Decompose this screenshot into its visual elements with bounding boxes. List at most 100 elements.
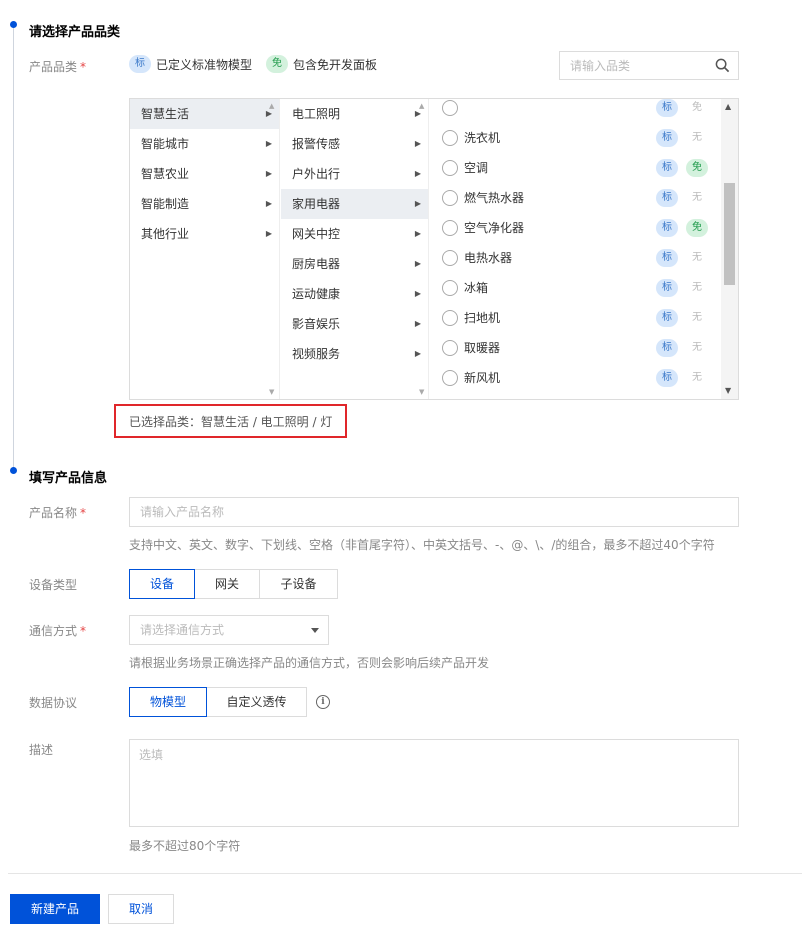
standard-tag: 标	[129, 55, 151, 73]
step-timeline	[13, 28, 14, 468]
option-label: 智能制造	[141, 197, 190, 211]
option-label: 户外出行	[292, 167, 341, 181]
comm-method-label-text: 通信方式	[29, 624, 78, 638]
description-textarea[interactable]	[130, 740, 738, 826]
product-option[interactable]: 空调 标免	[430, 153, 720, 183]
standard-tag: 标	[656, 129, 678, 147]
category-label-text: 产品品类	[29, 60, 78, 74]
product-column: 标免洗衣机标无空调标免燃气热水器标无空气净化器标免电热水器标无冰箱标无扫地机标无…	[430, 99, 738, 399]
cascader-option[interactable]: 智能制造 ▶	[130, 189, 279, 219]
option-label: 网关中控	[292, 227, 341, 241]
protocol-custom-button[interactable]: 自定义透传	[206, 687, 307, 717]
comm-method-hint: 请根据业务场景正确选择产品的通信方式，否则会影响后续产品开发	[129, 656, 490, 670]
caret-down-icon	[311, 628, 319, 633]
scroll-up-icon[interactable]: ▲	[725, 102, 731, 111]
product-option[interactable]: 洗衣机 标 无	[430, 123, 720, 153]
cascader-option[interactable]: 智能城市 ▶	[130, 129, 279, 159]
radio-button[interactable]	[442, 220, 458, 236]
standard-tag: 标	[656, 249, 678, 267]
cascader-option[interactable]: 网关中控 ▶	[281, 219, 428, 249]
free-panel-tag: 免	[266, 55, 289, 73]
no-panel-tag: 无	[692, 342, 702, 353]
industry-scrollbar[interactable]: ▲ ▼	[266, 99, 280, 399]
device-type-group: 设备 网关 子设备	[129, 569, 338, 599]
scrollbar-thumb[interactable]	[724, 183, 735, 285]
description-label: 描述	[29, 743, 54, 757]
comm-method-select[interactable]: 请选择通信方式	[129, 615, 329, 645]
product-option-label: 新风机	[464, 371, 501, 385]
scroll-down-icon[interactable]: ▼	[725, 386, 731, 395]
free-panel-legend-text: 包含免开发面板	[293, 57, 378, 72]
standard-tag: 标	[656, 279, 678, 297]
scene-column: 电工照明 ▶ 报警传感 ▶ 户外出行 ▶ 家用电器 ▶ 网关中控 ▶ 厨房电器 ▶ 运动健康…	[281, 99, 429, 399]
create-product-button[interactable]: 新建产品	[10, 894, 100, 924]
cancel-button[interactable]: 取消	[108, 894, 174, 924]
free-panel-tag: 免	[686, 159, 708, 177]
cascader-option[interactable]: 运动健康 ▶	[281, 279, 428, 309]
radio-button[interactable]	[442, 340, 458, 356]
radio-button[interactable]	[442, 130, 458, 146]
standard-tag: 标	[656, 99, 678, 117]
category-search[interactable]	[559, 51, 739, 80]
standard-tag: 标	[656, 339, 678, 357]
option-label: 家用电器	[292, 197, 341, 211]
radio-button[interactable]	[442, 370, 458, 386]
info-icon[interactable]: i	[316, 695, 330, 709]
cascader-option[interactable]: 智慧农业 ▶	[130, 159, 279, 189]
product-option[interactable]: 新风机 标 无	[430, 363, 720, 393]
standard-tag: 标	[656, 309, 678, 327]
cascader-option[interactable]: 厨房电器 ▶	[281, 249, 428, 279]
protocol-model-button[interactable]: 物模型	[129, 687, 207, 717]
scroll-up-icon[interactable]: ▲	[419, 102, 424, 110]
cascader-option[interactable]: 视频服务 ▶	[281, 339, 428, 369]
product-option[interactable]: 取暖器 标 无	[430, 333, 720, 363]
cascader-option[interactable]: 其他行业 ▶	[130, 219, 279, 249]
step1-dot	[10, 21, 17, 28]
product-option[interactable]: 标免	[430, 99, 720, 123]
scroll-up-icon[interactable]: ▲	[269, 102, 274, 110]
option-label: 影音娱乐	[292, 317, 341, 331]
product-scrollbar[interactable]: ▲ ▼	[721, 99, 738, 399]
product-option[interactable]: 扫地机 标 无	[430, 303, 720, 333]
device-type-device-button[interactable]: 设备	[129, 569, 195, 599]
product-option[interactable]: 冰箱 标 无	[430, 273, 720, 303]
product-option-label: 扫地机	[464, 311, 501, 325]
radio-button[interactable]	[442, 310, 458, 326]
product-option[interactable]: 净水器标无	[430, 393, 720, 399]
search-icon[interactable]	[715, 58, 730, 73]
scene-scrollbar[interactable]: ▲ ▼	[416, 99, 430, 399]
radio-button[interactable]	[442, 190, 458, 206]
product-option-label: 冰箱	[464, 281, 489, 295]
category-label: 产品品类 *	[29, 58, 86, 75]
step2-dot	[10, 467, 17, 474]
scroll-down-icon[interactable]: ▼	[419, 388, 424, 396]
step1-title: 请选择产品品类	[29, 25, 121, 40]
device-type-subdevice-button[interactable]: 子设备	[259, 569, 338, 599]
product-name-input[interactable]	[130, 498, 738, 526]
product-option[interactable]: 燃气热水器 标 无	[430, 183, 720, 213]
cascader-option[interactable]: 家用电器 ▶	[281, 189, 428, 219]
device-type-gateway-button[interactable]: 网关	[194, 569, 260, 599]
cascader-option[interactable]: 电工照明 ▶	[281, 99, 428, 129]
no-panel-tag: 无	[692, 282, 702, 293]
standard-tag: 标	[656, 159, 678, 177]
description-field[interactable]	[129, 739, 739, 827]
cascader-option[interactable]: 影音娱乐 ▶	[281, 309, 428, 339]
protocol-label: 数据协议	[29, 696, 78, 710]
cascader-option[interactable]: 户外出行 ▶	[281, 159, 428, 189]
product-name-field[interactable]	[129, 497, 739, 527]
cascader-option[interactable]: 智慧生活 ▶	[130, 99, 279, 129]
cascader-option[interactable]: 报警传感 ▶	[281, 129, 428, 159]
scroll-down-icon[interactable]: ▼	[269, 388, 274, 396]
product-option[interactable]: 空气净化器 标免	[430, 213, 720, 243]
product-option[interactable]: 电热水器 标 无	[430, 243, 720, 273]
radio-button[interactable]	[442, 100, 458, 116]
radio-button[interactable]	[442, 160, 458, 176]
required-mark: *	[80, 60, 87, 74]
footer-divider	[8, 873, 802, 874]
radio-button[interactable]	[442, 280, 458, 296]
industry-column: 智慧生活 ▶ 智能城市 ▶ 智慧农业 ▶ 智能制造 ▶ 其他行业 ▶	[130, 99, 280, 399]
category-search-input[interactable]	[560, 52, 700, 79]
option-label: 厨房电器	[292, 257, 341, 271]
radio-button[interactable]	[442, 250, 458, 266]
